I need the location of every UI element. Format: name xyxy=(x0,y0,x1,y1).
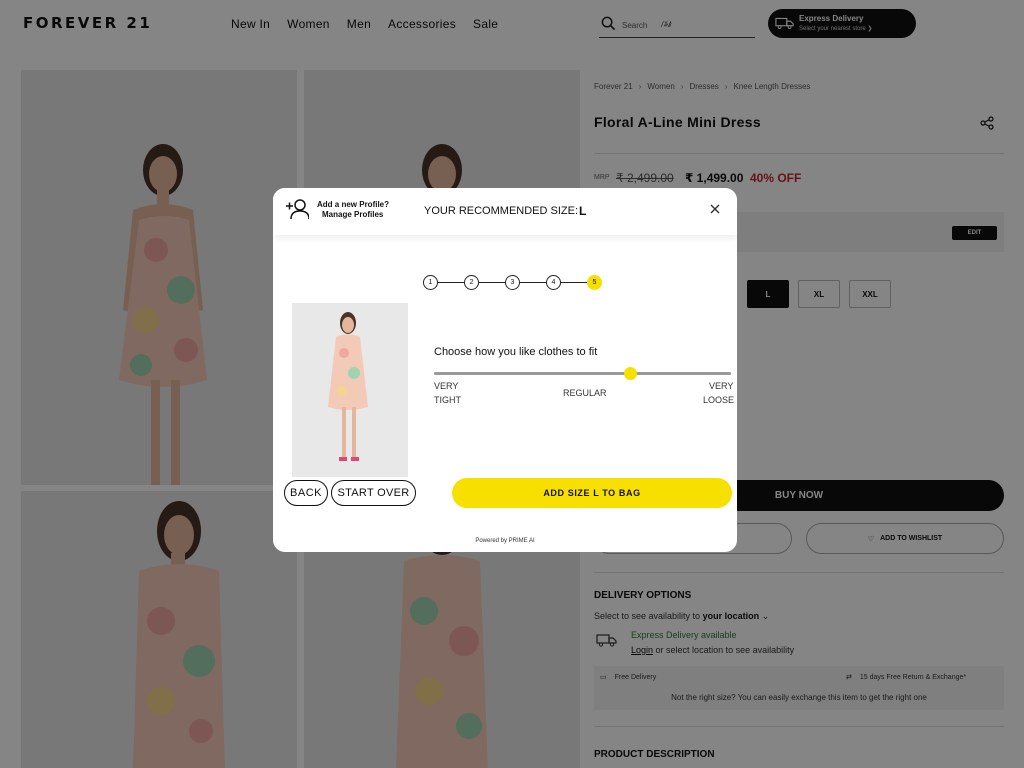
step-3[interactable]: 3 xyxy=(505,275,520,290)
fit-slider-handle[interactable] xyxy=(623,367,637,380)
step-connector xyxy=(520,282,546,283)
step-connector xyxy=(479,282,505,283)
model-thumbnail xyxy=(292,303,408,477)
step-4[interactable]: 4 xyxy=(546,275,561,290)
back-button[interactable]: BACK xyxy=(284,480,328,506)
size-recommendation-modal: Add a new Profile? Manage Profiles YOUR … xyxy=(273,188,737,552)
step-2[interactable]: 2 xyxy=(464,275,479,290)
manage-profiles-link[interactable]: Manage Profiles xyxy=(322,210,383,219)
step-connector xyxy=(561,282,587,283)
add-profile-link[interactable]: Add a new Profile? xyxy=(317,200,389,209)
step-5[interactable]: 5 xyxy=(587,275,602,290)
fit-label-loose: LOOSE xyxy=(703,395,735,405)
step-1[interactable]: 1 xyxy=(423,275,438,290)
step-connector xyxy=(438,282,464,283)
progress-stepper: 1 2 3 4 5 xyxy=(423,275,603,291)
modal-product-image xyxy=(292,303,408,477)
fit-label-very-right: VERY xyxy=(709,381,734,391)
fit-question: Choose how you like clothes to fit xyxy=(434,346,598,358)
start-over-button[interactable]: START OVER xyxy=(331,480,416,506)
close-icon[interactable] xyxy=(709,203,721,215)
recommended-size-label: YOUR RECOMMENDED SIZE: xyxy=(424,205,579,217)
modal-header: Add a new Profile? Manage Profiles YOUR … xyxy=(273,188,737,235)
add-profile-icon[interactable] xyxy=(285,198,309,220)
fit-slider-track[interactable] xyxy=(434,372,731,375)
powered-by-label: Powered by PRIME AI xyxy=(475,538,535,544)
fit-label-regular: REGULAR xyxy=(563,388,607,398)
fit-label-very-left: VERY xyxy=(434,381,459,391)
add-size-to-bag-button[interactable]: ADD SIZE L TO BAG xyxy=(452,478,732,508)
fit-label-tight: TIGHT xyxy=(434,395,461,405)
recommended-size-value: L xyxy=(579,204,587,218)
